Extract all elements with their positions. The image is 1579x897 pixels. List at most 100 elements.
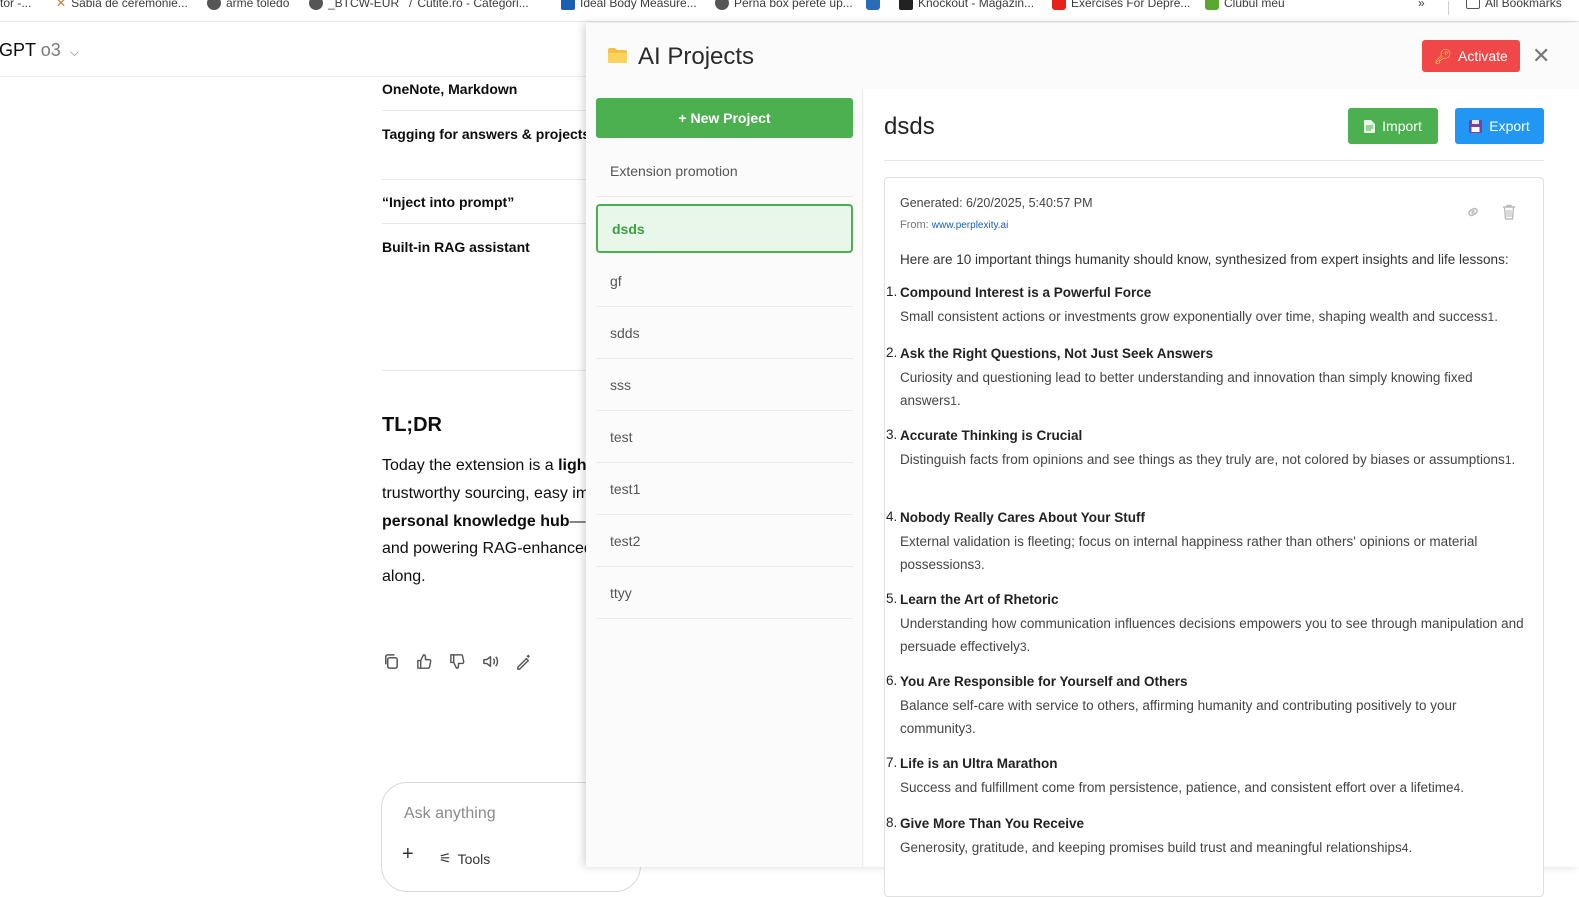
project-item[interactable]: test1 xyxy=(596,463,853,515)
bookmark-item[interactable]: arme toledo xyxy=(207,0,289,10)
model-selector[interactable]: tGPT o3 ⌵ xyxy=(0,40,79,61)
citation-ref[interactable]: 1 xyxy=(950,394,957,408)
project-item[interactable]: ttyy xyxy=(596,567,853,619)
bookmark-item[interactable]: / Cutite.ro - Categori... xyxy=(409,0,529,10)
citation-ref[interactable]: 3 xyxy=(974,558,981,572)
bookmark-label: _BTCW-EUR xyxy=(328,0,400,10)
list-number: 8. xyxy=(886,815,898,830)
globe-icon xyxy=(207,0,221,10)
bookmark-item[interactable]: Clubul meu xyxy=(1205,0,1285,10)
generated-label: Generated: xyxy=(900,196,963,210)
text-segment: along. xyxy=(382,568,426,586)
export-button[interactable]: Export xyxy=(1455,108,1544,144)
tools-label: Tools xyxy=(457,850,491,867)
citation-ref[interactable]: 1 xyxy=(1505,453,1512,467)
key-icon: 🔑︎ xyxy=(1434,47,1452,64)
list-item-title: Learn the Art of Rhetoric xyxy=(900,592,1059,607)
link-icon[interactable] xyxy=(1465,204,1481,220)
copy-icon[interactable] xyxy=(382,652,401,671)
answer-list: 1. Compound Interest is a Powerful Force… xyxy=(885,284,1543,875)
citation-ref[interactable]: 3 xyxy=(1020,640,1027,654)
list-item-description: Small consistent actions or investments … xyxy=(900,305,1530,329)
list-item: 1. Compound Interest is a Powerful Force… xyxy=(885,284,1543,345)
bookmark-item[interactable]: tor -... xyxy=(0,0,31,10)
knife-icon: / xyxy=(409,0,413,10)
saved-answer-card: Generated: 6/20/2025, 5:40:57 PM From: w… xyxy=(884,177,1544,897)
table-row-label: Tagging for answers & projects xyxy=(382,126,591,142)
list-item-description: Balance self-care with service to others… xyxy=(900,694,1530,741)
project-item[interactable]: sdds xyxy=(596,307,853,359)
response-paragraph: Today the extension is a light trustwort… xyxy=(382,452,586,591)
tools-button[interactable]: ⚟ Tools xyxy=(439,850,490,867)
bookmark-label: Knockout - Magazin... xyxy=(918,0,1035,10)
source-link[interactable]: www.perplexity.ai xyxy=(932,220,1009,231)
desc-end: . xyxy=(1408,840,1413,855)
project-item[interactable]: gf xyxy=(596,255,853,307)
activate-button[interactable]: 🔑︎ Activate xyxy=(1422,40,1520,72)
export-label: Export xyxy=(1489,118,1530,134)
bookmark-item[interactable]: Exercises For Depre... xyxy=(1052,0,1190,10)
all-bookmarks[interactable]: All Bookmarks xyxy=(1466,0,1562,10)
thumbs-down-icon[interactable] xyxy=(448,652,467,671)
project-sidebar: + New Project Extension promotion dsds g… xyxy=(586,89,863,867)
chat-header xyxy=(0,23,586,77)
bookmark-item[interactable]: Perna box perete up... xyxy=(715,0,853,10)
floppy-disk-icon xyxy=(1469,119,1483,133)
project-item[interactable]: test2 xyxy=(596,515,853,567)
project-item[interactable]: Extension promotion xyxy=(596,145,853,197)
plus-icon[interactable]: + xyxy=(402,843,414,866)
youtube-icon xyxy=(1052,0,1066,10)
folder-outline-icon xyxy=(1466,0,1480,9)
section-heading: TL;DR xyxy=(382,414,442,436)
list-item-title: Nobody Really Cares About Your Stuff xyxy=(900,510,1146,525)
speaker-icon[interactable] xyxy=(481,652,500,671)
chevron-double-right-icon[interactable]: » xyxy=(1418,0,1425,10)
list-item: 8. Give More Than You Receive Generosity… xyxy=(885,815,1543,875)
list-number: 1. xyxy=(886,284,898,299)
project-item-active[interactable]: dsds xyxy=(596,204,853,253)
close-icon[interactable]: ✕ xyxy=(1532,43,1550,69)
table-row-label: OneNote, Markdown xyxy=(382,81,518,97)
bookmark-item[interactable] xyxy=(866,0,880,10)
bookmark-item[interactable]: Ideal Body Measure... xyxy=(561,0,697,10)
new-project-button[interactable]: + New Project xyxy=(596,98,853,138)
text-segment: —sy xyxy=(569,512,586,530)
divider xyxy=(884,160,1544,161)
list-number: 6. xyxy=(886,673,898,688)
project-item[interactable]: test xyxy=(596,411,853,463)
desc-end: . xyxy=(1460,780,1464,795)
edit-sparkle-icon[interactable] xyxy=(514,652,533,671)
list-item-description: Distinguish facts from opinions and see … xyxy=(900,448,1530,472)
desc-text: Balance self-care with service to others… xyxy=(900,698,1457,736)
citation-ref[interactable]: 3 xyxy=(965,722,972,736)
desc-end: . xyxy=(956,393,961,408)
list-item-title: Compound Interest is a Powerful Force xyxy=(900,285,1152,300)
thumbs-up-icon[interactable] xyxy=(415,652,434,671)
list-item-title: Life is an Ultra Marathon xyxy=(900,756,1058,771)
bookmark-label: Sabia de ceremonie... xyxy=(71,0,188,10)
text-segment: trustworthy sourcing, easy im xyxy=(382,484,586,502)
trash-icon[interactable] xyxy=(1501,204,1517,220)
chevron-down-icon: ⌵ xyxy=(69,45,79,59)
ai-projects-panel: AI Projects 🔑︎ Activate ✕ + New Project … xyxy=(586,23,1579,897)
list-item-description: Understanding how communication influenc… xyxy=(900,612,1530,659)
bookmark-item[interactable]: _BTCW-EUR xyxy=(309,0,399,10)
sliders-icon: ⚟ xyxy=(439,850,452,866)
bookmark-item[interactable]: ✕ Sabia de ceremonie... xyxy=(56,0,188,10)
list-item: 7. Life is an Ultra Marathon Success and… xyxy=(885,755,1543,815)
prompt-input[interactable]: Ask anything xyxy=(404,805,496,823)
desc-end: . xyxy=(1494,309,1498,324)
import-button[interactable]: Import xyxy=(1348,108,1438,144)
desc-text: Small consistent actions or investments … xyxy=(900,309,1488,324)
answer-intro: Here are 10 important things humanity sh… xyxy=(900,252,1509,267)
text-segment: Today the extension is a xyxy=(382,457,559,474)
document-icon xyxy=(1364,119,1376,133)
desc-text: Distinguish facts from opinions and see … xyxy=(900,452,1505,467)
bookmark-item[interactable]: Knockout - Magazin... xyxy=(899,0,1034,10)
bookmark-label: tor -... xyxy=(0,0,32,10)
project-item[interactable]: sss xyxy=(596,359,853,411)
source-line: From: www.perplexity.ai xyxy=(900,219,1008,231)
list-item: 5. Learn the Art of Rhetoric Understandi… xyxy=(885,591,1543,673)
list-item-description: Success and fulfillment come from persis… xyxy=(900,776,1530,800)
desc-end: . xyxy=(1026,639,1031,654)
